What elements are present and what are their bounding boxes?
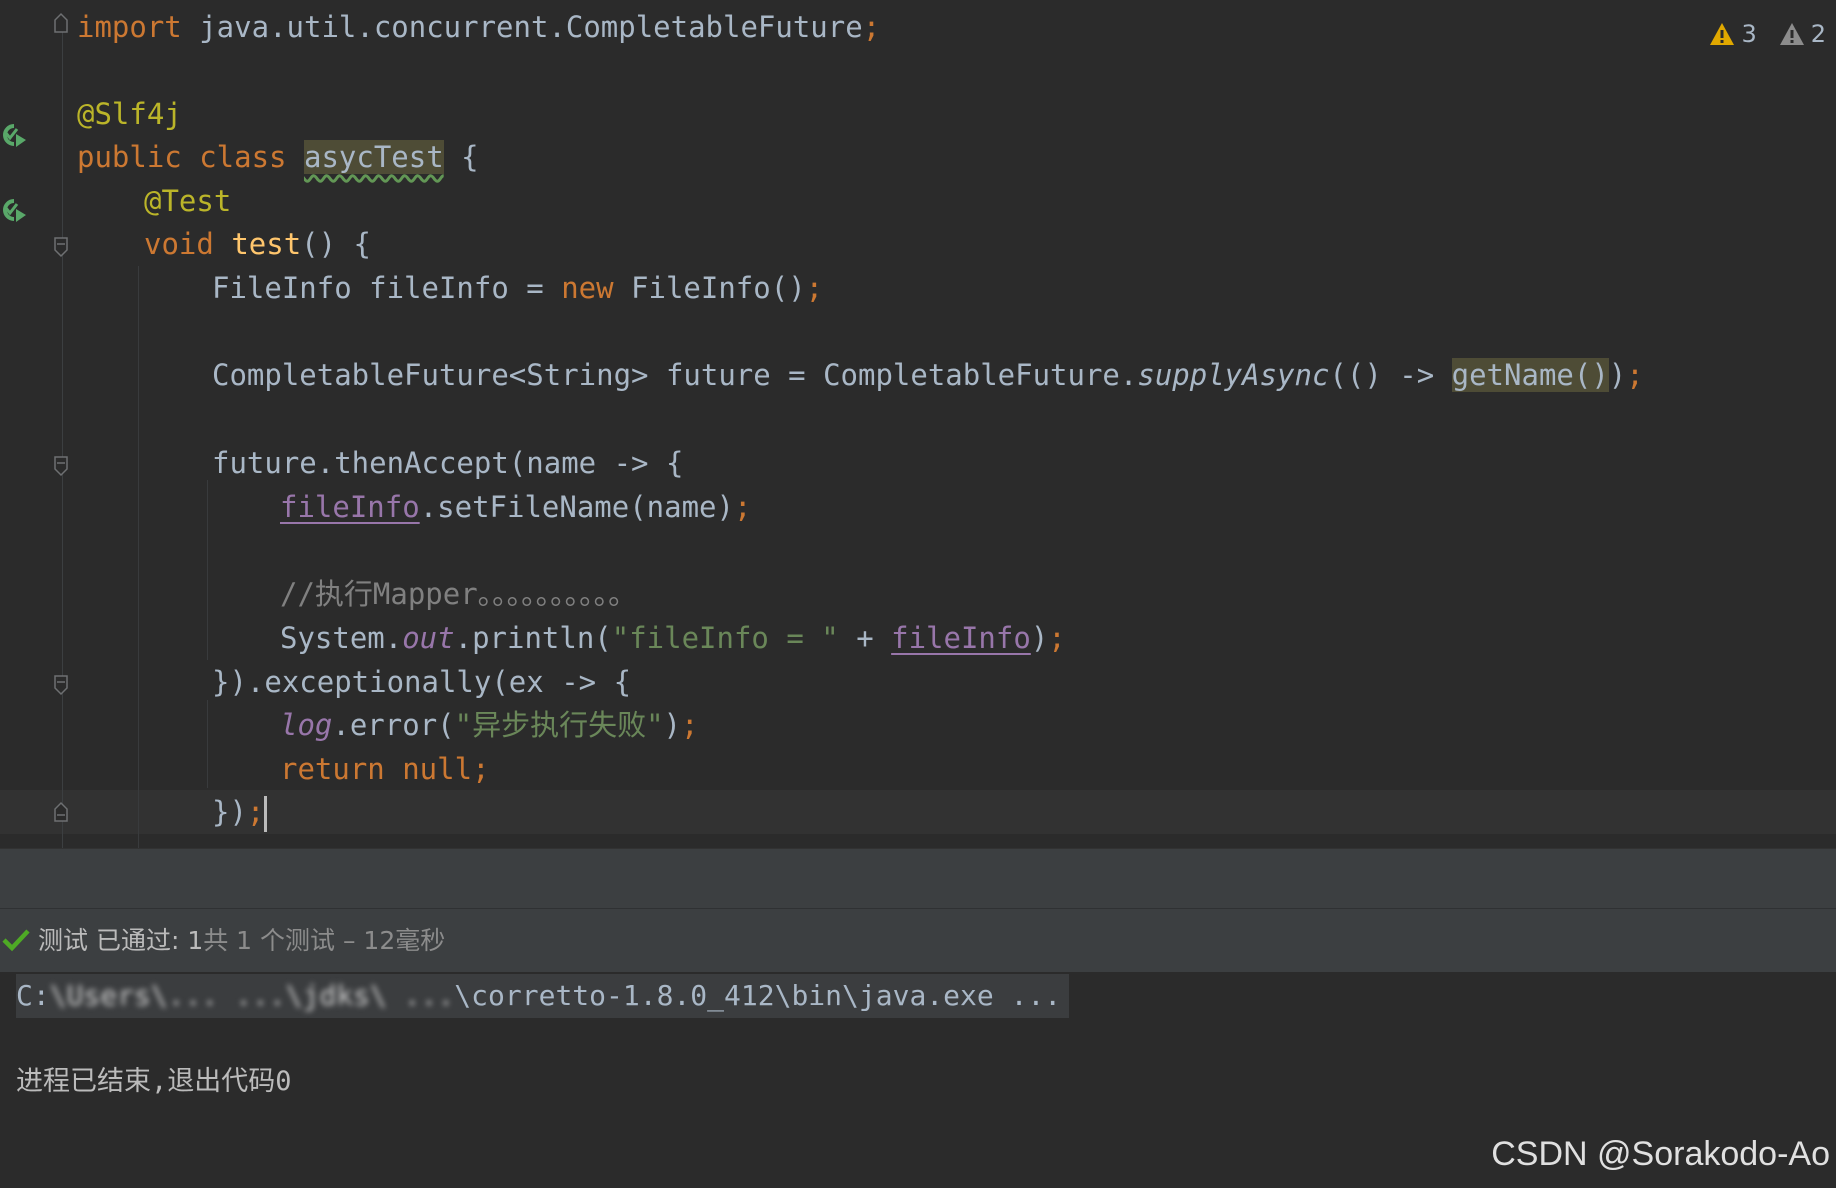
csdn-watermark: CSDN @Sorakodo-Ao [1491, 1135, 1830, 1173]
error-string: "异步执行失败" [454, 708, 664, 742]
then-accept-call: future.thenAccept(name -> { [212, 446, 684, 480]
semicolon: ; [472, 752, 490, 786]
code-line: System.out.println("fileInfo = " + fileI… [280, 616, 1066, 660]
code-line: FileInfo fileInfo = new FileInfo(); [212, 266, 823, 310]
code-editor[interactable]: 3 2 import java.util.concurrent.Completa… [0, 0, 1836, 848]
code-line: import java.util.concurrent.CompletableF… [77, 5, 880, 49]
out-field: out [402, 621, 455, 655]
code-line: }).exceptionally(ex -> { [212, 660, 631, 704]
semicolon: ; [733, 490, 752, 524]
fold-marker-icon[interactable] [52, 236, 70, 258]
editor-gutter [0, 0, 70, 848]
code-line: future.thenAccept(name -> { [212, 441, 683, 485]
run-test-method-icon[interactable] [0, 193, 30, 227]
fileinfo-reference: fileInfo [891, 621, 1031, 655]
error-call: .error( [332, 708, 455, 742]
method-signature: () { [301, 227, 371, 261]
system-class: System. [280, 621, 403, 655]
set-filename-call: .setFileName(name) [419, 490, 734, 524]
class-brace: { [443, 140, 479, 174]
mapper-comment: //执行Mapper。。。。。。。。。。 [280, 577, 638, 611]
class-name[interactable]: asycTest [303, 140, 444, 174]
text-caret [264, 796, 268, 832]
new-keyword: new [561, 271, 614, 305]
weak-warning-count-value: 2 [1810, 20, 1826, 48]
test-detail-text: 共 1 个测试 – 12毫秒 [203, 926, 446, 955]
println-call: .println( [454, 621, 612, 655]
warning-count-value: 3 [1741, 20, 1757, 48]
semicolon: ; [681, 708, 699, 742]
warning-count[interactable]: 3 [1709, 20, 1757, 48]
import-path: java.util.concurrent.CompletableFuture [181, 10, 863, 44]
supply-async-call: supplyAsync [1137, 358, 1330, 392]
warning-icon [1710, 23, 1735, 45]
current-line-highlight [0, 790, 1836, 834]
run-test-class-icon[interactable] [0, 118, 30, 152]
code-line: @Test [144, 179, 231, 223]
inspection-widget[interactable]: 3 2 [1709, 14, 1826, 54]
test-passed-check-icon [2, 929, 30, 952]
concat-operator: + [838, 621, 892, 655]
code-line: return null; [280, 747, 490, 791]
public-class-keyword: public class [77, 140, 304, 174]
code-line: CompletableFuture<String> future = Compl… [212, 353, 1644, 397]
code-line: public class asycTest { [77, 135, 479, 179]
code-line: }); [212, 790, 268, 834]
fold-marker-icon[interactable] [52, 455, 70, 477]
weak-warning-icon [1779, 23, 1804, 45]
fileinfo-constructor: FileInfo() [613, 271, 806, 305]
lambda-close: }) [212, 795, 247, 829]
semicolon: ; [805, 271, 824, 305]
import-keyword: import [77, 10, 182, 44]
indent-guide [207, 480, 208, 660]
test-status-label: 测试 已通过: 1共 1 个测试 – 12毫秒 [38, 909, 445, 972]
test-annotation: @Test [144, 184, 232, 218]
process-exit-message: 进程已结束,退出代码0 [16, 1066, 292, 1097]
call-close: ) [1030, 621, 1049, 655]
indent-guide [138, 266, 139, 848]
code-line: @Slf4j [77, 92, 182, 136]
test-passed-text: 测试 已通过: 1 [38, 926, 204, 955]
exceptionally-call: }).exceptionally(ex -> { [212, 665, 632, 699]
redacted-path: \Users\... ...\jdks\ ... [49, 979, 455, 1012]
slf4j-annotation: @Slf4j [77, 97, 182, 131]
code-line: fileInfo.setFileName(name); [280, 485, 751, 529]
indent-guide [207, 700, 208, 788]
command-prefix: C: [16, 979, 50, 1012]
semicolon: ; [1048, 621, 1066, 655]
fold-marker-icon[interactable] [52, 12, 70, 34]
weak-warning-count[interactable]: 2 [1779, 20, 1826, 48]
command-suffix: \corretto-1.8.0_412\bin\java.exe ... [454, 979, 1062, 1012]
semicolon: ; [862, 10, 881, 44]
fold-guide [62, 20, 63, 848]
fold-marker-icon[interactable] [52, 801, 70, 823]
getname-call: getName() [1451, 358, 1609, 392]
fileinfo-declaration: FileInfo fileInfo = [212, 271, 562, 305]
semicolon: ; [246, 795, 265, 829]
void-keyword: void [144, 227, 232, 261]
tool-window-divider[interactable] [0, 848, 1836, 909]
println-string: "fileInfo = " [611, 621, 839, 655]
code-line: //执行Mapper。。。。。。。。。。 [280, 572, 637, 616]
fold-marker-icon[interactable] [52, 674, 70, 696]
fileinfo-reference: fileInfo [280, 490, 420, 524]
java-command-line[interactable]: C:\Users\... ...\jdks\ ...\corretto-1.8.… [16, 974, 1070, 1018]
lambda-start: (() -> [1329, 358, 1452, 392]
call-close: ) [663, 708, 681, 742]
test-method-name: test [231, 227, 302, 261]
code-line: void test() { [144, 222, 371, 266]
log-field: log [280, 708, 333, 742]
call-close: ) [1608, 358, 1627, 392]
future-declaration: CompletableFuture<String> future = Compl… [212, 358, 1138, 392]
return-statement: return null [280, 752, 473, 786]
test-results-bar: 测试 已通过: 1共 1 个测试 – 12毫秒 [0, 908, 1836, 973]
code-line: log.error("异步执行失败"); [280, 703, 698, 747]
semicolon: ; [1626, 358, 1644, 392]
